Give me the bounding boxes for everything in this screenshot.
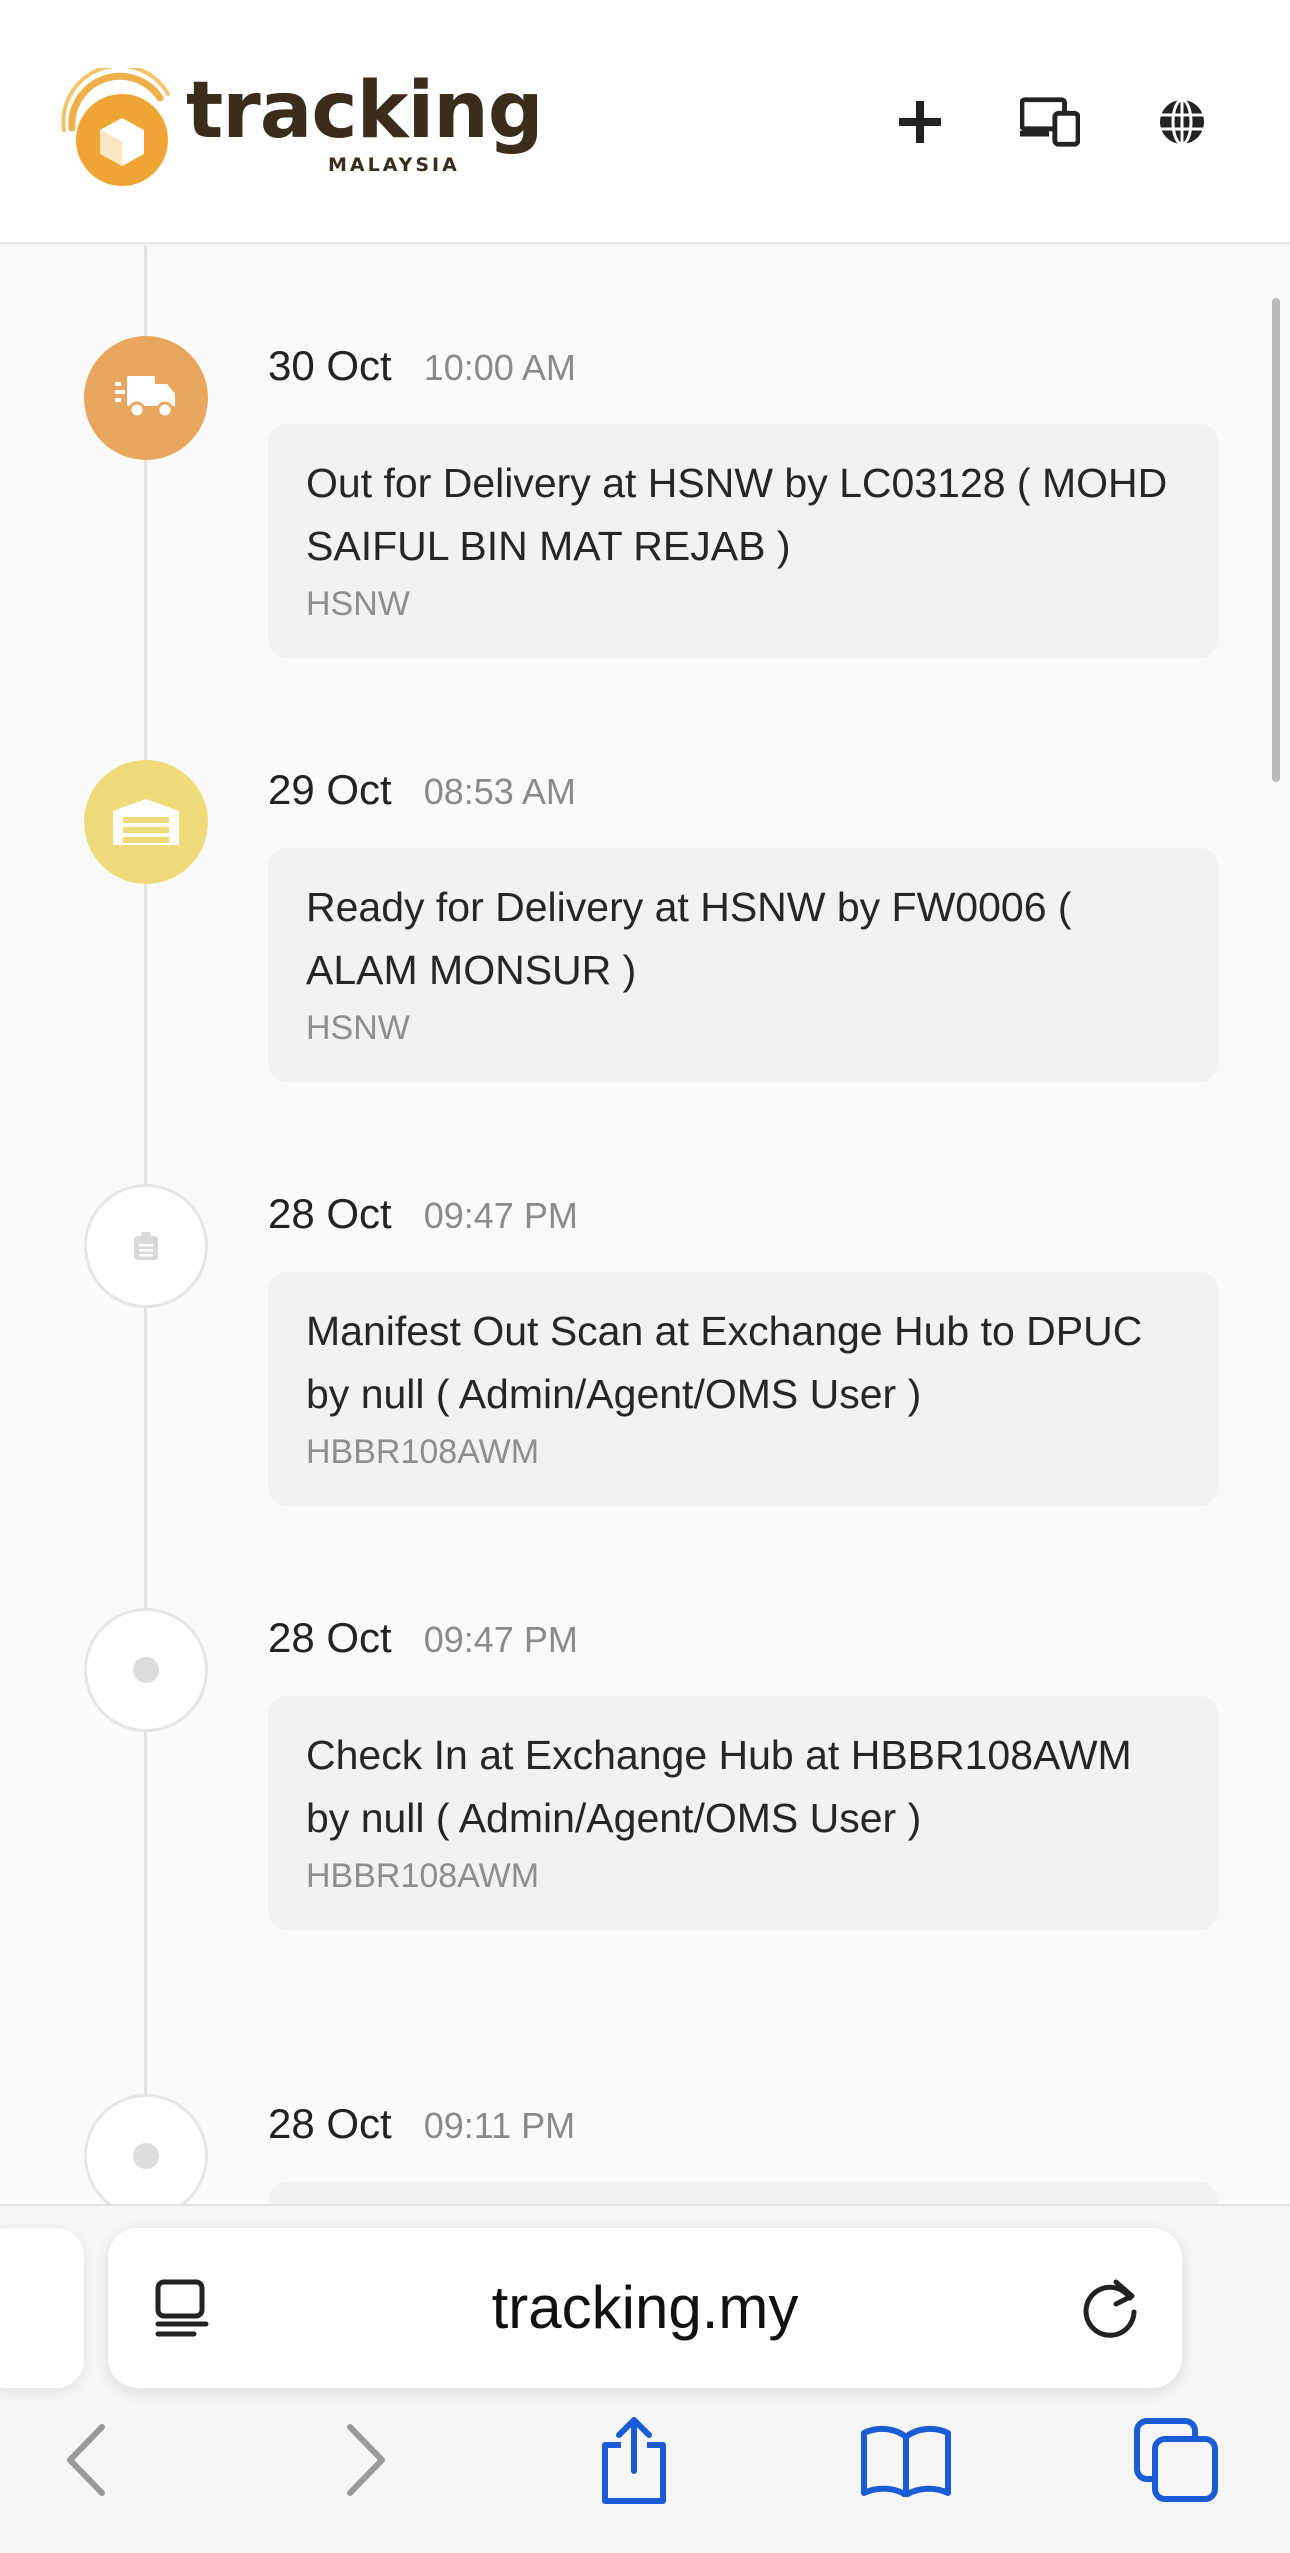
previous-tab-preview[interactable] [0,2228,84,2388]
tracking-malaysia-logo[interactable]: tracking MALAYSIA [60,68,544,188]
event-datetime: 28 Oct 09:11 PM [268,2100,575,2148]
event-date: 30 Oct [268,342,392,389]
event-card [268,2182,1218,2206]
event-description: Manifest Out Scan at Exchange Hub to DPU… [306,1308,1143,1417]
warehouse-icon [84,760,208,884]
event-card: Check In at Exchange Hub at HBBR108AWM b… [268,1696,1218,1930]
app-header: tracking MALAYSIA [0,0,1290,244]
event-card: Out for Delivery at HSNW by LC03128 ( MO… [268,424,1218,658]
dot-icon [84,2094,208,2206]
address-bar[interactable]: tracking.my [108,2228,1182,2388]
event-location: HSNW [306,1009,410,1047]
event-datetime: 28 Oct 09:47 PM [268,1190,578,1238]
event-date: 28 Oct [268,2100,392,2147]
event-time: 08:53 AM [423,771,576,812]
event-datetime: 30 Oct 10:00 AM [268,342,576,390]
event-location: HBBR108AWM [306,1433,540,1471]
tracking-timeline[interactable]: 30 Oct 10:00 AM Out for Delivery at HSNW… [0,246,1290,2206]
url-text[interactable]: tracking.my [268,2270,1022,2346]
event-card: Manifest Out Scan at Exchange Hub to DPU… [268,1272,1218,1506]
forward-icon[interactable] [316,2410,416,2510]
event-description: Ready for Delivery at HSNW by FW0006 ( A… [306,884,1072,993]
logo-country: MALAYSIA [328,154,460,176]
delivery-truck-icon [84,336,208,460]
event-time: 09:47 PM [423,1619,578,1660]
reload-icon[interactable] [1078,2274,1144,2340]
event-datetime: 29 Oct 08:53 AM [268,766,576,814]
back-icon[interactable] [36,2410,136,2510]
globe-icon[interactable] [1152,92,1212,152]
tabs-icon[interactable] [1126,2410,1226,2510]
event-date: 28 Oct [268,1614,392,1661]
event-description: Check In at Exchange Hub at HBBR108AWM b… [306,1732,1132,1841]
event-date: 28 Oct [268,1190,392,1237]
add-icon[interactable] [890,92,950,152]
clipboard-icon [84,1184,208,1308]
reader-mode-icon[interactable] [150,2276,214,2340]
dot-icon [84,1608,208,1732]
scrollbar[interactable] [1272,298,1280,782]
event-time: 10:00 AM [423,347,576,388]
bookmarks-icon[interactable] [856,2410,956,2510]
logo-wordmark: tracking [186,66,544,156]
devices-icon[interactable] [1020,92,1080,152]
event-datetime: 28 Oct 09:47 PM [268,1614,578,1662]
event-location: HSNW [306,585,410,623]
event-date: 29 Oct [268,766,392,813]
package-logo-icon [61,68,170,186]
event-time: 09:47 PM [423,1195,578,1236]
event-time: 09:11 PM [423,2105,576,2146]
event-location: HBBR108AWM [306,1857,540,1895]
event-card: Ready for Delivery at HSNW by FW0006 ( A… [268,848,1218,1082]
event-description: Out for Delivery at HSNW by LC03128 ( MO… [306,460,1168,569]
share-icon[interactable] [584,2410,684,2510]
